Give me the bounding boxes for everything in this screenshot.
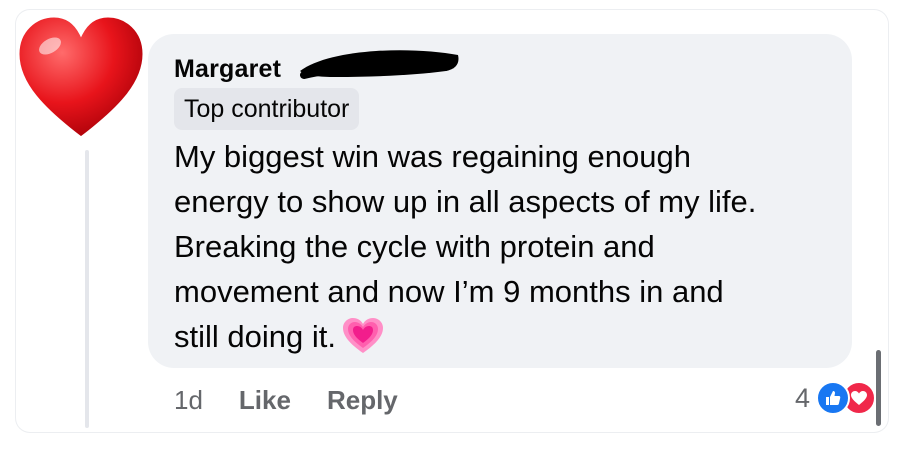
reactions-summary[interactable]: 4 <box>795 377 876 419</box>
reply-button[interactable]: Reply <box>327 385 398 416</box>
comment-actions: 1d Like Reply <box>174 380 398 420</box>
like-button[interactable]: Like <box>239 385 291 416</box>
comment-line: movement and now I’m 9 months in and <box>174 274 724 309</box>
heart-avatar-icon[interactable] <box>14 12 148 142</box>
author-name[interactable]: Margaret <box>174 55 281 84</box>
comment-line: My biggest win was regaining enough <box>174 139 691 174</box>
comment-line-last: still doing it. <box>174 314 844 359</box>
thread-line <box>85 150 89 428</box>
top-contributor-badge: Top contributor <box>174 88 360 130</box>
comment-line: still doing it. <box>174 319 336 354</box>
redaction-mark <box>300 50 459 79</box>
scrollbar[interactable] <box>876 350 881 426</box>
comment-text: My biggest win was regaining enough ener… <box>174 134 844 359</box>
author-row: Margaret <box>174 52 281 86</box>
comment-timestamp[interactable]: 1d <box>174 385 203 416</box>
comment-line: energy to show up in all aspects of my l… <box>174 184 757 219</box>
growing-heart-emoji-icon <box>342 318 383 353</box>
thumbs-up-icon <box>816 381 850 415</box>
reaction-count: 4 <box>794 382 810 413</box>
comment-line: Breaking the cycle with protein and <box>174 229 655 264</box>
